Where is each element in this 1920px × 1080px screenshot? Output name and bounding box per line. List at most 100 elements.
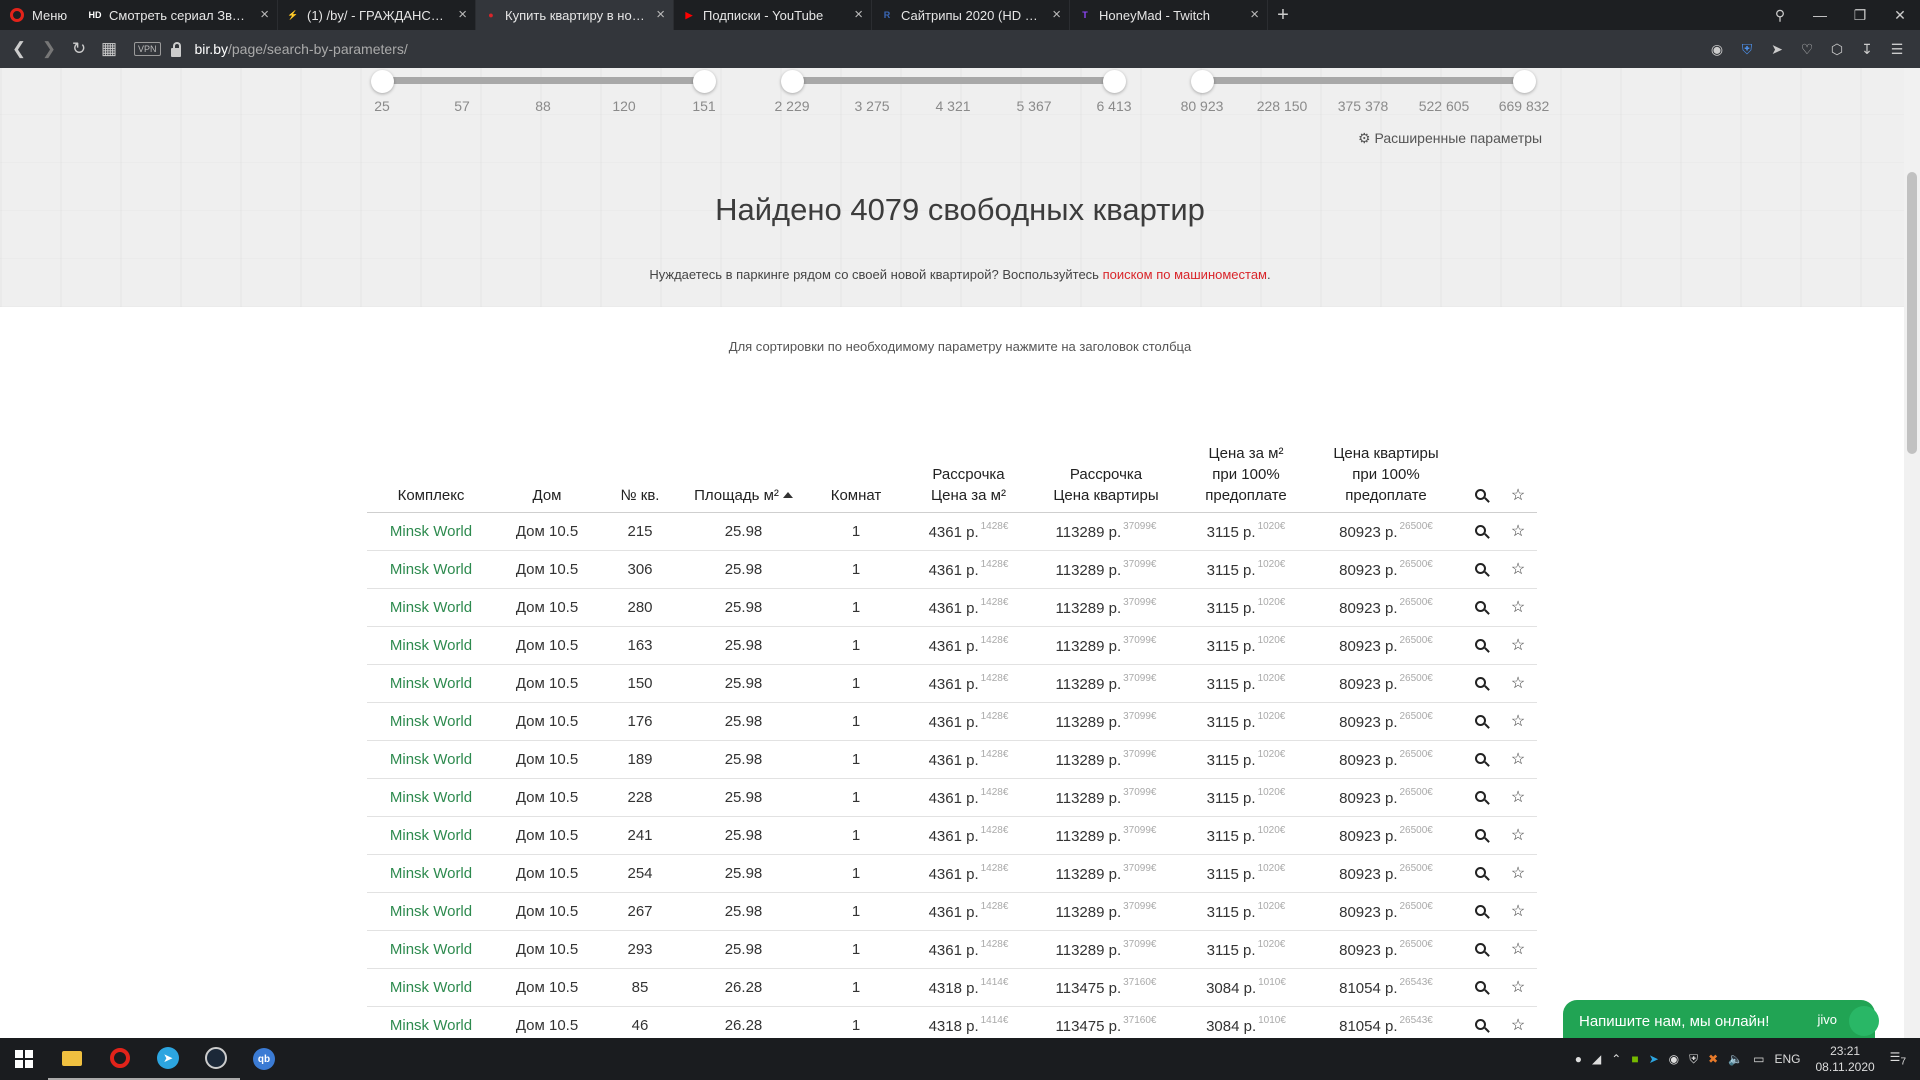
slider-min-handle[interactable] bbox=[371, 70, 394, 93]
view-apartment-button[interactable] bbox=[1461, 740, 1499, 779]
tray-chevron-icon[interactable]: ⌃ bbox=[1606, 1052, 1626, 1066]
close-window-button[interactable]: ✕ bbox=[1880, 7, 1920, 24]
slider-min-handle[interactable] bbox=[781, 70, 804, 93]
view-apartment-button[interactable] bbox=[1461, 854, 1499, 893]
favorite-button[interactable]: ☆ bbox=[1499, 512, 1537, 551]
chat-widget[interactable]: Напишите нам, мы онлайн! jivo bbox=[1563, 1000, 1879, 1038]
back-button[interactable]: ❮ bbox=[4, 39, 34, 59]
tray-tools-icon[interactable]: ✖ bbox=[1703, 1052, 1723, 1066]
opera-taskbar-button[interactable] bbox=[96, 1038, 144, 1080]
view-apartment-button[interactable] bbox=[1461, 550, 1499, 589]
vpn-badge[interactable]: VPN bbox=[134, 42, 161, 56]
view-apartment-button[interactable] bbox=[1461, 664, 1499, 703]
close-tab-icon[interactable]: × bbox=[854, 6, 863, 23]
close-tab-icon[interactable]: × bbox=[656, 6, 665, 23]
view-apartment-button[interactable] bbox=[1461, 588, 1499, 627]
complex-cell[interactable]: Minsk World bbox=[367, 512, 495, 551]
favorite-button[interactable]: ☆ bbox=[1499, 816, 1537, 855]
language-indicator[interactable]: ENG bbox=[1769, 1052, 1805, 1066]
favorite-button[interactable]: ☆ bbox=[1499, 892, 1537, 931]
easy-setup-icon[interactable]: ☰ bbox=[1882, 41, 1912, 58]
notifications-button[interactable]: ☰7 bbox=[1885, 1050, 1920, 1067]
view-apartment-button[interactable] bbox=[1461, 702, 1499, 741]
tray-steam-icon[interactable]: ◉ bbox=[1664, 1052, 1684, 1066]
favorite-button[interactable]: ☆ bbox=[1499, 778, 1537, 817]
new-tab-button[interactable]: + bbox=[1268, 4, 1298, 27]
table-row[interactable]: Minsk World Дом 10.5 46 26.28 1 4318 р. 1414€ 1… bbox=[367, 1006, 1537, 1038]
view-apartment-button[interactable] bbox=[1461, 626, 1499, 665]
table-row[interactable]: Minsk World Дом 10.5 189 25.98 1 4361 р. 1428€… bbox=[367, 740, 1537, 779]
table-row[interactable]: Minsk World Дом 10.5 267 25.98 1 4361 р. 1428€… bbox=[367, 892, 1537, 931]
favorite-button[interactable]: ☆ bbox=[1499, 702, 1537, 741]
browser-tab[interactable]: ● Купить квартиру в новост × bbox=[476, 0, 674, 30]
close-tab-icon[interactable]: × bbox=[1250, 6, 1259, 23]
favorite-button[interactable]: ☆ bbox=[1499, 550, 1537, 589]
complex-cell[interactable]: Minsk World bbox=[367, 778, 495, 817]
col-house[interactable]: Дом bbox=[495, 370, 599, 513]
browser-tab[interactable]: ⚡ (1) /by/ - ГРАЖДАНСКОГО × bbox=[278, 0, 476, 30]
volume-icon[interactable]: 🔈 bbox=[1723, 1052, 1748, 1066]
slider-min-handle[interactable] bbox=[1191, 70, 1214, 93]
maximize-button[interactable]: ❐ bbox=[1840, 7, 1880, 24]
complex-cell[interactable]: Minsk World bbox=[367, 968, 495, 1007]
download-icon[interactable]: ↧ bbox=[1852, 41, 1882, 58]
parking-search-link[interactable]: поиском по машиноместам bbox=[1103, 267, 1267, 282]
favorite-button[interactable]: ☆ bbox=[1499, 930, 1537, 969]
col-favorite[interactable]: ☆ bbox=[1499, 370, 1537, 513]
table-row[interactable]: Minsk World Дом 10.5 306 25.98 1 4361 р. 1428€… bbox=[367, 550, 1537, 589]
table-row[interactable]: Minsk World Дом 10.5 85 26.28 1 4318 р. 1414€ 1… bbox=[367, 968, 1537, 1007]
complex-cell[interactable]: Minsk World bbox=[367, 892, 495, 931]
tray-app-icon[interactable]: ● bbox=[1570, 1052, 1587, 1066]
complex-cell[interactable]: Minsk World bbox=[367, 664, 495, 703]
network-icon[interactable]: ▭ bbox=[1748, 1052, 1769, 1066]
steam-taskbar-button[interactable] bbox=[192, 1038, 240, 1080]
view-apartment-button[interactable] bbox=[1461, 1006, 1499, 1038]
table-row[interactable]: Minsk World Дом 10.5 293 25.98 1 4361 р. 1428€… bbox=[367, 930, 1537, 969]
page-scrollbar[interactable] bbox=[1904, 68, 1920, 1038]
close-tab-icon[interactable]: × bbox=[1052, 6, 1061, 23]
tab-grid-icon[interactable]: ▦ bbox=[94, 39, 124, 59]
browser-tab[interactable]: T HoneyMad - Twitch × bbox=[1070, 0, 1268, 30]
advanced-params-link[interactable]: ⚙ Расширенные параметры bbox=[1358, 130, 1542, 147]
reload-button[interactable]: ↻ bbox=[64, 39, 94, 59]
favorite-button[interactable]: ☆ bbox=[1499, 740, 1537, 779]
qbittorrent-taskbar-button[interactable]: qb bbox=[240, 1038, 288, 1080]
complex-cell[interactable]: Minsk World bbox=[367, 550, 495, 589]
slider-max-handle[interactable] bbox=[693, 70, 716, 93]
table-row[interactable]: Minsk World Дом 10.5 241 25.98 1 4361 р. 1428€… bbox=[367, 816, 1537, 855]
tray-telegram-icon[interactable]: ➤ bbox=[1644, 1052, 1664, 1066]
send-icon[interactable]: ➤ bbox=[1762, 41, 1792, 58]
browser-tab[interactable]: HD Смотреть сериал Звездн × bbox=[80, 0, 278, 30]
table-row[interactable]: Minsk World Дом 10.5 215 25.98 1 4361 р. 1428€… bbox=[367, 512, 1537, 551]
slider-max-handle[interactable] bbox=[1513, 70, 1536, 93]
complex-cell[interactable]: Minsk World bbox=[367, 740, 495, 779]
complex-cell[interactable]: Minsk World bbox=[367, 702, 495, 741]
file-explorer-button[interactable] bbox=[48, 1038, 96, 1080]
col-installment-m2[interactable]: Рассрочка Цена за м² bbox=[906, 370, 1031, 513]
browser-tab[interactable]: R Сайтрипы 2020 (HD Video × bbox=[872, 0, 1070, 30]
tray-speaker-mute-icon[interactable]: ◢ bbox=[1587, 1052, 1606, 1066]
minimize-button[interactable]: — bbox=[1800, 7, 1840, 23]
search-tabs-icon[interactable]: ⚲ bbox=[1760, 7, 1800, 24]
view-apartment-button[interactable] bbox=[1461, 816, 1499, 855]
cube-icon[interactable]: ⬡ bbox=[1822, 41, 1852, 58]
complex-cell[interactable]: Minsk World bbox=[367, 816, 495, 855]
col-prepaid-m2[interactable]: Цена за м² при 100% предоплате bbox=[1181, 370, 1311, 513]
col-view[interactable] bbox=[1461, 370, 1499, 513]
table-row[interactable]: Minsk World Дом 10.5 176 25.98 1 4361 р. 1428€… bbox=[367, 702, 1537, 741]
col-area[interactable]: Площадь м² bbox=[681, 370, 806, 513]
tray-shield-icon[interactable]: ⛨ bbox=[1684, 1052, 1703, 1067]
view-apartment-button[interactable] bbox=[1461, 930, 1499, 969]
complex-cell[interactable]: Minsk World bbox=[367, 930, 495, 969]
opera-menu-button[interactable]: Меню bbox=[0, 0, 80, 30]
shield-icon[interactable]: ⛨ bbox=[1732, 41, 1762, 58]
view-apartment-button[interactable] bbox=[1461, 968, 1499, 1007]
col-complex[interactable]: Комплекс bbox=[367, 370, 495, 513]
view-apartment-button[interactable] bbox=[1461, 892, 1499, 931]
col-apt-no[interactable]: № кв. bbox=[599, 370, 681, 513]
table-row[interactable]: Minsk World Дом 10.5 254 25.98 1 4361 р. 1428€… bbox=[367, 854, 1537, 893]
table-row[interactable]: Minsk World Дом 10.5 228 25.98 1 4361 р. 1428€… bbox=[367, 778, 1537, 817]
heart-icon[interactable]: ♡ bbox=[1792, 41, 1822, 58]
complex-cell[interactable]: Minsk World bbox=[367, 588, 495, 627]
browser-tab[interactable]: ▶ Подписки - YouTube × bbox=[674, 0, 872, 30]
